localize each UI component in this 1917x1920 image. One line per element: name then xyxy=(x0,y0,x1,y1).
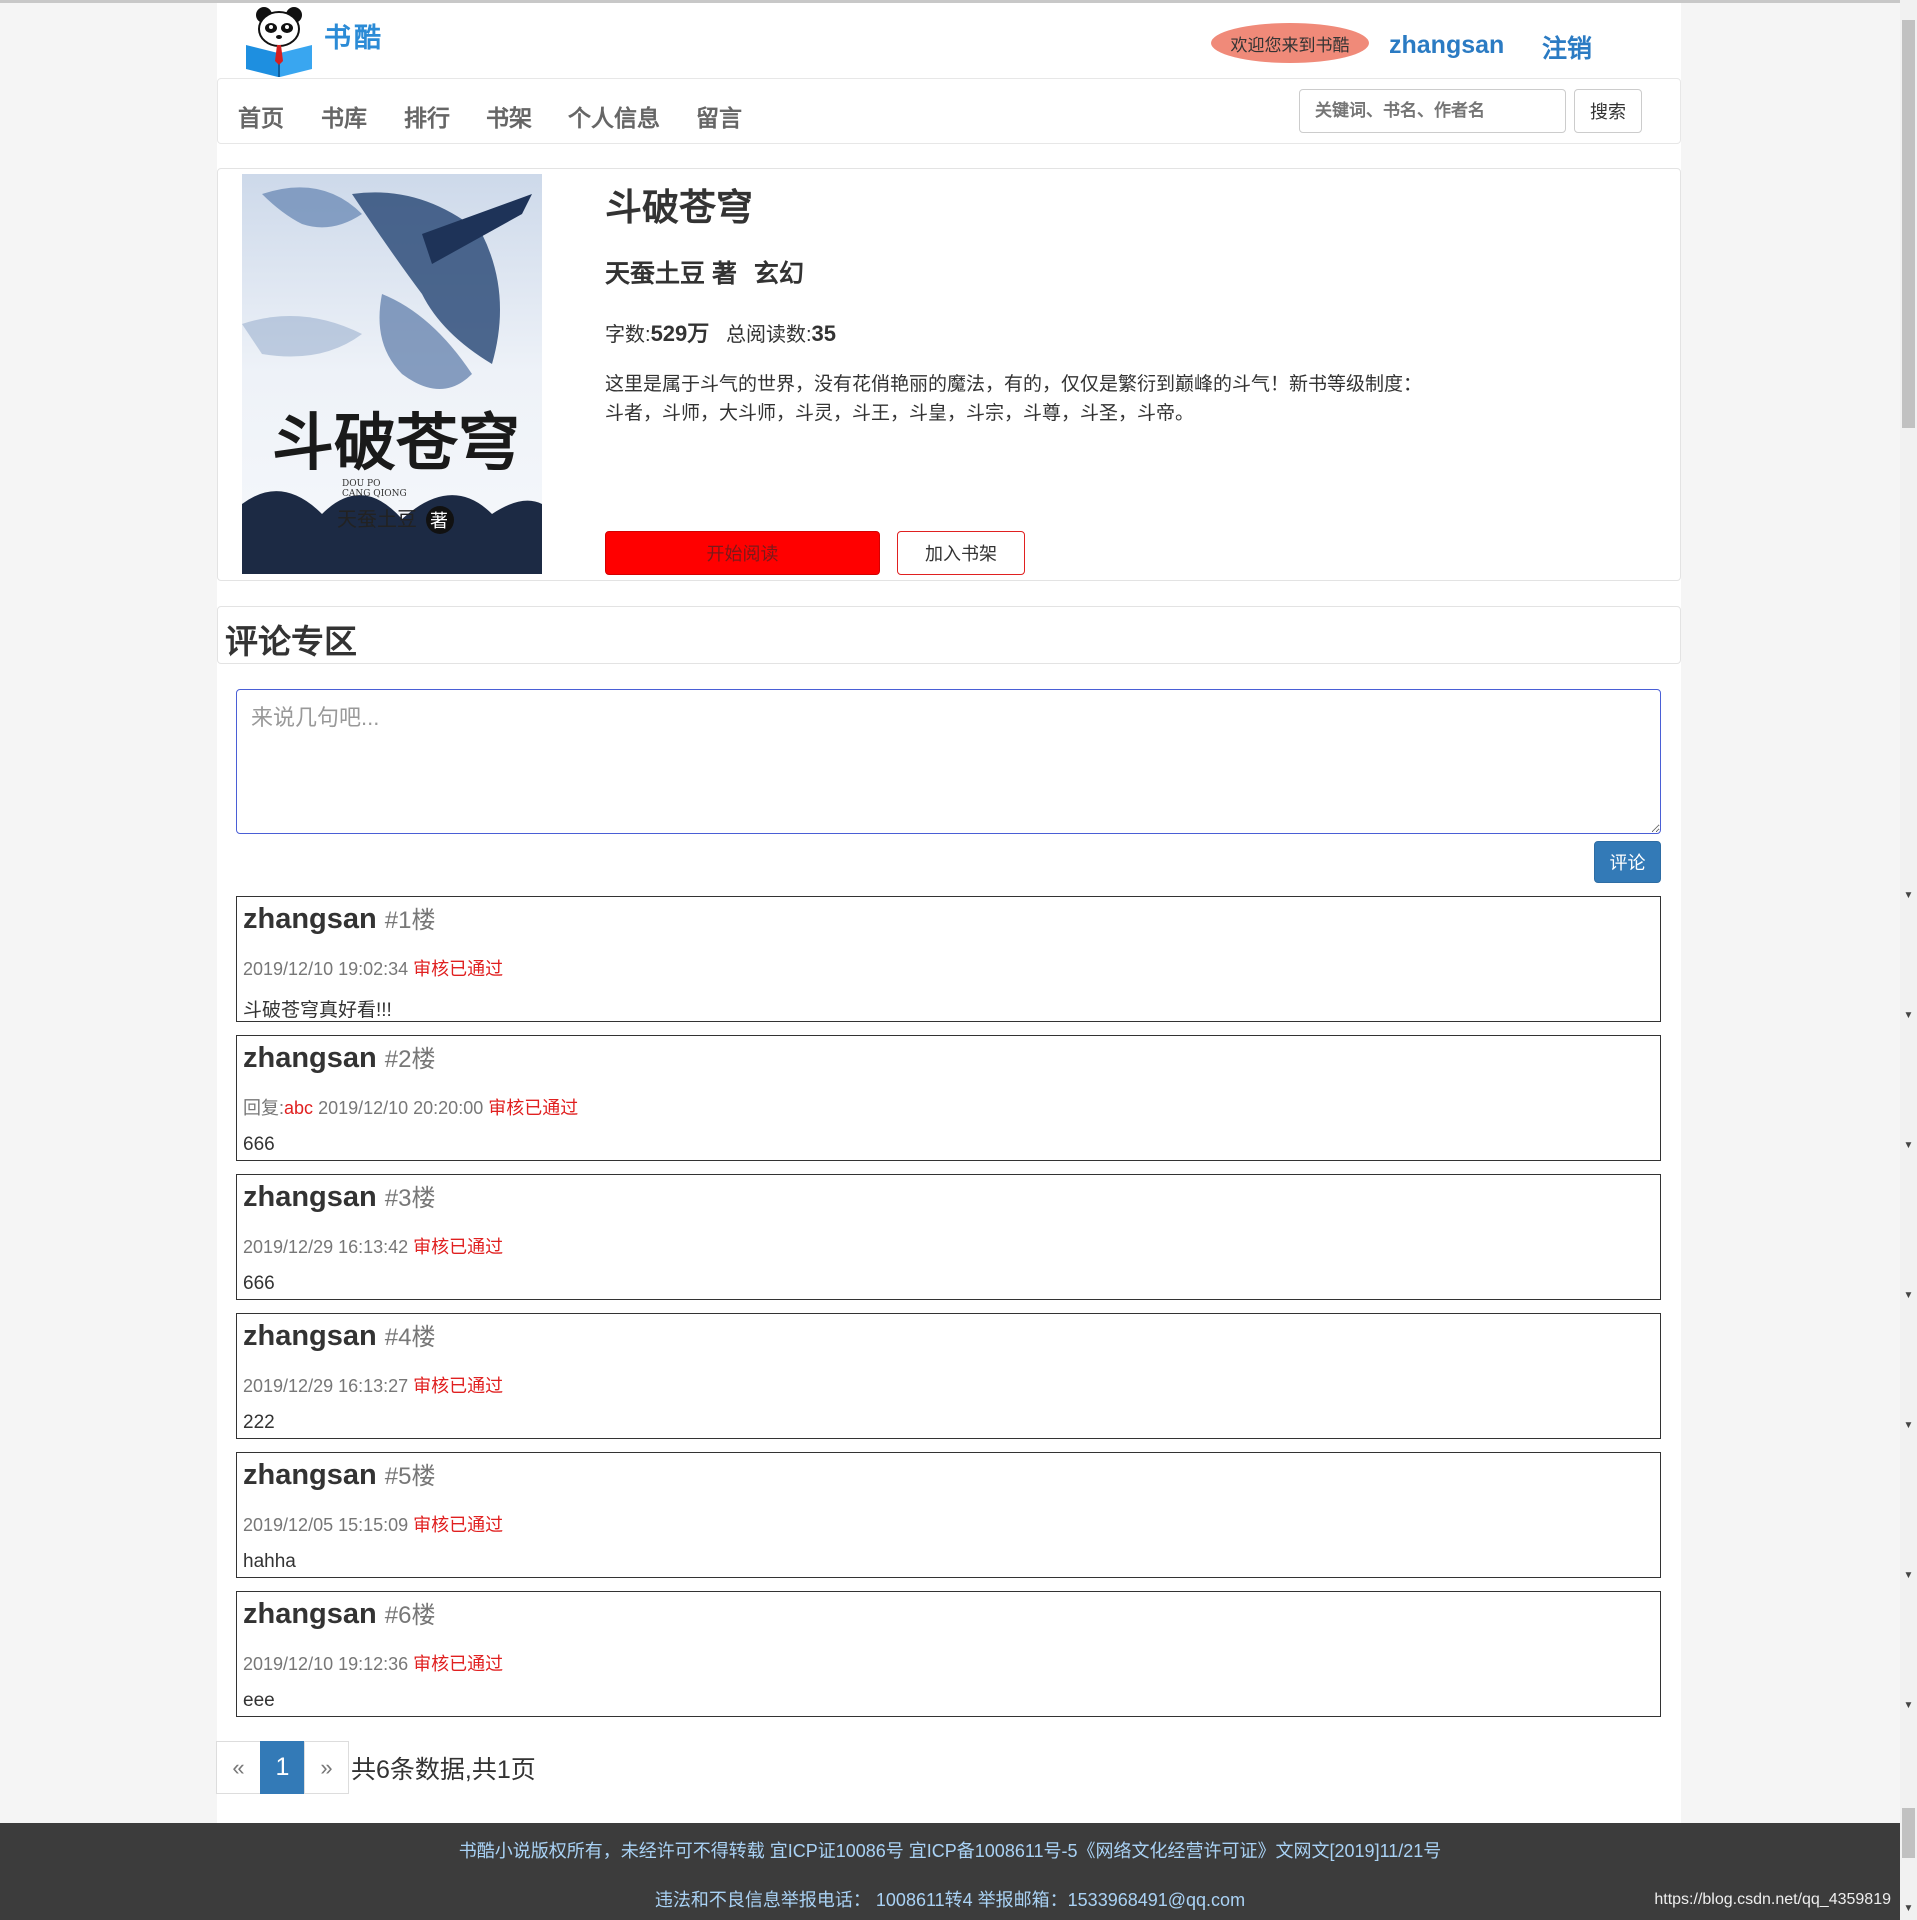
pagination-page-1[interactable]: 1 xyxy=(260,1741,305,1794)
pagination-prev[interactable]: « xyxy=(216,1741,261,1794)
comment-time: 2019/12/10 19:02:34 xyxy=(243,959,409,979)
pagination: « 1 » 共6条数据,共1页 xyxy=(216,1741,536,1794)
comment-item: zhangsan #6楼 2019/12/10 19:12:36 审核已通过 ee… xyxy=(236,1591,1661,1717)
comment-status: 审核已通过 xyxy=(413,1237,504,1257)
comment-status: 审核已通过 xyxy=(413,1654,504,1674)
book-genre: 玄幻 xyxy=(753,260,804,288)
comment-section-header: 评论专区 xyxy=(217,606,1681,664)
scroll-down-icon[interactable]: ▼ xyxy=(1900,1903,1917,1914)
scroll-down-icon: ▼ xyxy=(1903,890,1914,901)
comment-floor: #3楼 xyxy=(384,1185,436,1212)
main-navbar: 首页 书库 排行 书架 个人信息 留言 搜索 xyxy=(217,78,1681,144)
comment-username[interactable]: zhangsan xyxy=(243,1320,377,1352)
comment-item: zhangsan #5楼 2019/12/05 15:15:09 审核已通过 ha… xyxy=(236,1452,1661,1578)
comment-status: 审核已通过 xyxy=(413,1376,504,1396)
comment-time: 2019/12/05 15:15:09 xyxy=(243,1515,409,1535)
cover-title-text: 斗破苍穹 xyxy=(272,406,520,479)
search-input[interactable] xyxy=(1299,89,1566,133)
comment-content: eee xyxy=(243,1690,275,1711)
footer-copyright: 书酷小说版权所有，未经许可不得转载 宜ICP证10086号 宜ICP备10086… xyxy=(458,1841,1442,1861)
nav-home[interactable]: 首页 xyxy=(238,99,284,133)
scroll-down-icon: ▼ xyxy=(1903,1700,1914,1711)
page-container: 书酷 欢迎您来到书酷 zhangsan 注销 首页 书库 排行 书架 个人信息 … xyxy=(216,3,1681,1823)
comment-item: zhangsan #2楼 回复:abc 2019/12/10 20:20:00 审… xyxy=(236,1035,1661,1161)
book-cover-image: 斗破苍穹 DOU PO CANG QIONG 天蚕土豆 著 xyxy=(242,174,542,574)
comment-username[interactable]: zhangsan xyxy=(243,1459,377,1491)
cover-pinyin-2: CANG QIONG xyxy=(342,489,407,499)
comment-floor: #1楼 xyxy=(384,907,436,934)
book-title: 斗破苍穹 xyxy=(605,187,753,228)
nav-bookshelf[interactable]: 书架 xyxy=(486,99,532,133)
book-info-panel: 斗破苍穹 DOU PO CANG QIONG 天蚕土豆 著 斗破苍穹 天蚕土豆 … xyxy=(217,168,1681,581)
cover-badge-text: 著 xyxy=(430,511,448,532)
cover-pinyin-1: DOU PO xyxy=(342,479,380,489)
start-reading-button[interactable]: 开始阅读 xyxy=(605,531,880,575)
comment-time: 2019/12/10 19:12:36 xyxy=(243,1654,409,1674)
read-count-value: 35 xyxy=(811,321,836,346)
comment-status: 审核已通过 xyxy=(413,1515,504,1535)
comment-content: 666 xyxy=(243,1134,275,1155)
scroll-down-icon: ▼ xyxy=(1903,1140,1914,1151)
logout-link[interactable]: 注销 xyxy=(1542,29,1592,65)
comment-content: hahha xyxy=(243,1551,296,1572)
brand-name: 书酷 xyxy=(324,23,384,53)
submit-comment-button[interactable]: 评论 xyxy=(1594,841,1661,883)
nav-profile[interactable]: 个人信息 xyxy=(568,99,660,133)
comment-floor: #4楼 xyxy=(384,1324,436,1351)
comment-floor: #2楼 xyxy=(384,1046,436,1073)
username-link[interactable]: zhangsan xyxy=(1389,31,1504,60)
pagination-info: 共6条数据,共1页 xyxy=(351,1755,536,1784)
comment-time: 2019/12/29 16:13:27 xyxy=(243,1376,409,1396)
panda-book-logo-icon xyxy=(246,6,312,77)
comment-status: 审核已通过 xyxy=(413,959,504,979)
comment-floor: #6楼 xyxy=(384,1602,436,1629)
site-footer: 书酷小说版权所有，未经许可不得转载 宜ICP证10086号 宜ICP备10086… xyxy=(0,1823,1900,1920)
footer-report-contact: 违法和不良信息举报电话： 1008611转4 举报邮箱：1533968491@q… xyxy=(654,1890,1246,1910)
welcome-badge: 欢迎您来到书酷 xyxy=(1211,23,1369,63)
comment-content: 斗破苍穹真好看!!! xyxy=(243,1000,392,1021)
nav-ranking[interactable]: 排行 xyxy=(404,99,450,133)
comment-username[interactable]: zhangsan xyxy=(243,1042,377,1074)
comment-item: zhangsan #3楼 2019/12/29 16:13:42 审核已通过 66… xyxy=(236,1174,1661,1300)
comment-content: 666 xyxy=(243,1273,275,1294)
scroll-down-icon: ▼ xyxy=(1903,1570,1914,1581)
nav-library[interactable]: 书库 xyxy=(321,99,367,133)
comment-floor: #5楼 xyxy=(384,1463,436,1490)
scroll-down-icon: ▼ xyxy=(1903,1420,1914,1431)
comment-item: zhangsan #4楼 2019/12/29 16:13:27 审核已通过 22… xyxy=(236,1313,1661,1439)
book-stats: 字数:529万 总阅读数:35 xyxy=(605,316,836,348)
cover-author-text: 天蚕土豆 xyxy=(337,507,417,531)
add-to-shelf-button[interactable]: 加入书架 xyxy=(897,531,1025,575)
page-scrollbar[interactable]: ▼ ▼ ▼ ▼ ▼ ▼ ▼ ▼ xyxy=(1900,0,1917,1920)
scrollbar-thumb-lower[interactable] xyxy=(1902,1808,1915,1858)
comment-input[interactable] xyxy=(236,689,1661,834)
brand-logo[interactable]: 书酷 xyxy=(242,3,384,80)
word-count-label: 字数: xyxy=(605,324,651,346)
word-count-value: 529万 xyxy=(650,321,710,346)
comment-username[interactable]: zhangsan xyxy=(243,1598,377,1630)
scrollbar-thumb[interactable] xyxy=(1902,20,1915,428)
comment-username[interactable]: zhangsan xyxy=(243,903,377,935)
book-description: 这里是属于斗气的世界，没有花俏艳丽的魔法，有的，仅仅是繁衍到巅峰的斗气！新书等级… xyxy=(605,374,1423,424)
nav-messages[interactable]: 留言 xyxy=(696,99,742,133)
comment-section-title: 评论专区 xyxy=(225,623,357,660)
watermark-text: https://blog.csdn.net/qq_4359819 xyxy=(1654,1891,1891,1908)
pagination-next[interactable]: » xyxy=(304,1741,349,1794)
scroll-down-icon: ▼ xyxy=(1903,1010,1914,1021)
comment-reply-to[interactable]: abc xyxy=(284,1098,313,1118)
search-button[interactable]: 搜索 xyxy=(1574,89,1642,133)
read-count-label: 总阅读数: xyxy=(725,324,812,346)
comment-username[interactable]: zhangsan xyxy=(243,1181,377,1213)
book-meta: 天蚕土豆 著 玄幻 xyxy=(605,254,814,290)
book-author: 天蚕土豆 著 xyxy=(605,260,737,288)
comment-status: 审核已通过 xyxy=(488,1098,579,1118)
comment-item: zhangsan #1楼 2019/12/10 19:02:34 审核已通过 斗破… xyxy=(236,896,1661,1022)
scroll-down-icon: ▼ xyxy=(1903,1290,1914,1301)
comment-content: 222 xyxy=(243,1412,275,1433)
comment-time: 2019/12/10 20:20:00 xyxy=(318,1098,484,1118)
comment-reply-prefix: 回复: xyxy=(243,1098,285,1118)
comment-time: 2019/12/29 16:13:42 xyxy=(243,1237,409,1257)
